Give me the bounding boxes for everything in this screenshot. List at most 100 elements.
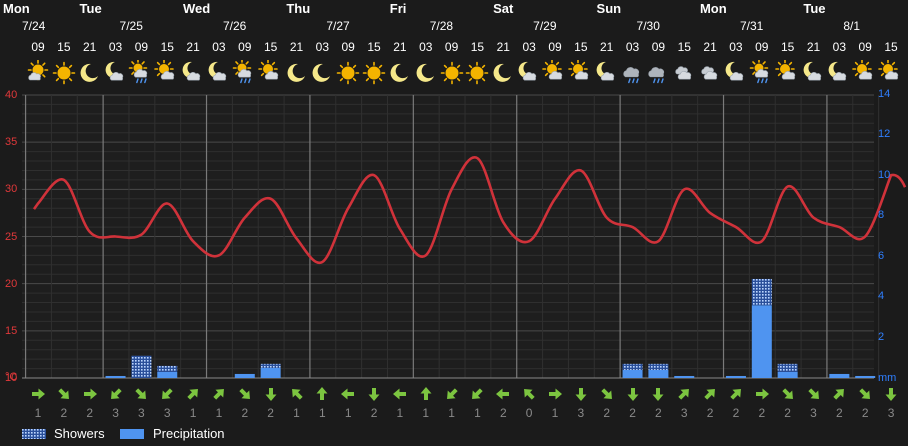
- wind-arrow-icon: [291, 389, 303, 400]
- wind-arrow-icon: [652, 388, 664, 401]
- wind-speed-label: 3: [887, 406, 895, 420]
- wind-speed-label: 1: [215, 406, 223, 420]
- wind-speed-label: 2: [706, 406, 714, 420]
- wind-speed-label: 1: [293, 406, 300, 420]
- wind-speed-label: 2: [267, 406, 274, 420]
- wind-arrow-icon: [187, 389, 199, 400]
- wind-speed-label: 1: [448, 406, 455, 420]
- precipitation-tick: 6: [878, 249, 885, 262]
- precipitation-bar: [777, 371, 798, 378]
- wind-arrow-icon: [859, 388, 871, 399]
- wind-arrow-icon: [135, 388, 147, 399]
- wind-speed-label: 2: [86, 406, 94, 420]
- wind-speed-label: 1: [551, 406, 559, 420]
- precipitation-tick: 8: [878, 209, 885, 222]
- precipitation-swatch: [120, 429, 144, 439]
- temperature-tick: 20: [5, 277, 18, 290]
- wind-arrow-icon: [83, 388, 97, 400]
- showers-swatch: [22, 429, 46, 439]
- wind-arrow-icon: [110, 388, 122, 399]
- precipitation-tick: 12: [878, 128, 891, 141]
- wind-arrow-icon: [678, 389, 690, 400]
- wind-speed-label: 3: [810, 406, 817, 420]
- temperature-tick: 40: [5, 89, 18, 101]
- precipitation-bar: [648, 369, 669, 378]
- wind-speed-label: 2: [732, 406, 740, 420]
- precipitation-bar: [829, 373, 850, 378]
- precipitation-bar: [260, 367, 281, 378]
- precipitation-bar: [234, 373, 255, 378]
- precipitation-tick: 2: [878, 330, 885, 343]
- precipitation-bar: [725, 375, 746, 378]
- wind-arrow-icon: [58, 388, 69, 399]
- showers-bar: [157, 365, 178, 372]
- precipitation-tick: 4: [878, 290, 885, 303]
- showers-bar: [131, 355, 152, 378]
- showers-bar: [777, 363, 798, 372]
- showers-bar: [648, 363, 669, 370]
- wind-speed-label: 2: [60, 406, 68, 420]
- wind-speed-label: 3: [112, 406, 119, 420]
- wind-arrow-icon: [601, 388, 612, 399]
- temperature-tick: 25: [5, 230, 18, 243]
- wind-speed-label: 3: [138, 406, 145, 420]
- wind-speed-label: 2: [784, 406, 791, 420]
- wind-speed-label: 2: [370, 406, 378, 420]
- temperature-tick: 15: [5, 324, 18, 337]
- wind-arrow-icon: [162, 388, 173, 399]
- wind-speed-label: 2: [499, 406, 507, 420]
- wind-arrow-icon: [32, 388, 45, 400]
- wind-speed-label: 1: [396, 406, 404, 420]
- temperature-tick: 35: [5, 136, 18, 149]
- wind-speed-label: 2: [629, 406, 636, 420]
- wind-arrow-icon: [627, 388, 639, 401]
- wind-arrow-icon: [781, 388, 793, 399]
- wind-arrow-icon: [524, 389, 535, 400]
- wind-speed-label: 2: [861, 406, 869, 420]
- wind-speed-label: 1: [319, 406, 326, 420]
- showers-bar: [751, 278, 772, 306]
- wind-speed-label: 3: [163, 406, 171, 420]
- wind-speed-label: 1: [344, 406, 352, 420]
- precipitation-bar: [855, 375, 876, 378]
- wind-speed-label: 2: [241, 406, 249, 420]
- wind-speed-label: 1: [34, 406, 42, 420]
- forecast-chart: [22, 94, 907, 379]
- wind-arrow-icon: [213, 389, 224, 400]
- wind-speed-label: 2: [603, 406, 611, 420]
- wind-speed-label: 1: [189, 406, 197, 420]
- wind-arrow-icon: [239, 388, 250, 399]
- wind-arrow-icon: [730, 389, 741, 400]
- wind-arrow-icon: [704, 389, 716, 400]
- precipitation-bar: [751, 305, 772, 378]
- precipitation-tick: 14: [878, 88, 891, 100]
- wind-arrow-icon: [265, 388, 277, 401]
- wind-arrow-icon: [472, 388, 484, 399]
- temperature-tick: °C: [5, 371, 18, 383]
- wind-arrow-icon: [833, 389, 845, 400]
- wind-arrow-icon: [341, 388, 355, 400]
- wind-arrow-icon: [807, 388, 819, 399]
- precipitation-bar: [622, 369, 643, 378]
- precipitation-tick: 10: [878, 168, 891, 181]
- wind-arrow-icon: [496, 388, 510, 400]
- showers-legend-label: Showers: [54, 426, 105, 441]
- wind-arrow-icon: [446, 388, 458, 399]
- wind-arrow-icon: [368, 388, 380, 401]
- wind-speed-label: 2: [758, 406, 766, 420]
- wind-arrow-icon: [885, 388, 897, 401]
- wind-arrow-icon: [316, 387, 328, 400]
- temperature-tick: 30: [5, 183, 18, 196]
- wind-speed-label: 0: [525, 406, 533, 420]
- wind-arrow-icon: [549, 388, 562, 400]
- precipitation-bar: [674, 375, 695, 378]
- showers-bar: [622, 363, 643, 370]
- wind-speed-label: 2: [836, 406, 843, 420]
- precipitation-bar: [105, 375, 126, 378]
- wind-speed-label: 3: [680, 406, 688, 420]
- wind-speed-label: 1: [422, 406, 430, 420]
- wind-arrow-icon: [420, 387, 432, 400]
- precipitation-tick: mm: [878, 372, 897, 384]
- wind-arrow-icon: [392, 388, 406, 400]
- showers-bar: [260, 363, 281, 368]
